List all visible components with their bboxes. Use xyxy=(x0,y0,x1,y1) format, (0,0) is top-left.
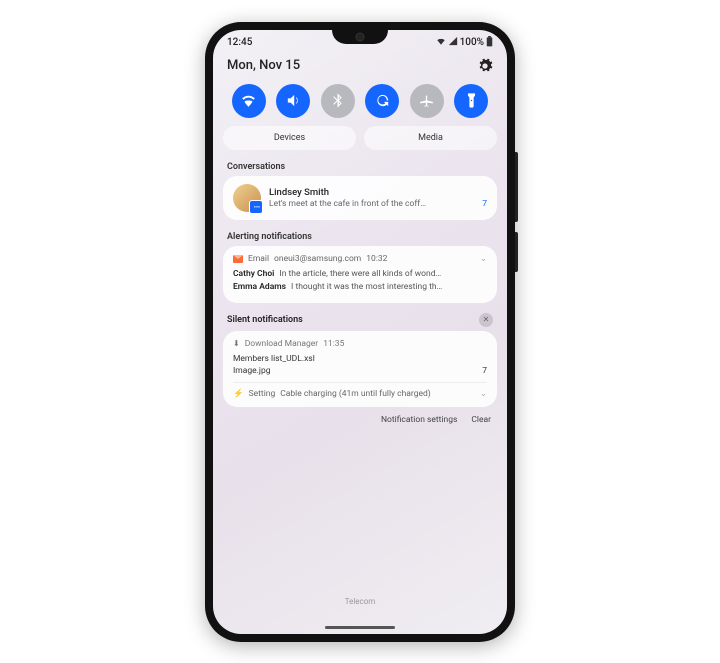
header: Mon, Nov 15 xyxy=(213,50,507,80)
mail-icon xyxy=(233,255,243,263)
qs-flashlight-toggle[interactable] xyxy=(454,84,488,118)
date-label: Mon, Nov 15 xyxy=(227,58,300,73)
phone-frame: 12:45 100% Mon, Nov 15 xyxy=(205,22,515,642)
alert-text: In the article, there were all kinds of … xyxy=(279,269,441,279)
qs-airplane-toggle[interactable] xyxy=(410,84,444,118)
messages-badge-icon: ••• xyxy=(254,204,260,211)
setting-label: Setting xyxy=(249,389,276,399)
wifi-status-icon xyxy=(436,36,446,49)
section-conversations: Conversations xyxy=(213,158,507,176)
signal-status-icon xyxy=(448,36,458,49)
close-icon[interactable]: ✕ xyxy=(479,313,493,327)
media-button[interactable]: Media xyxy=(364,126,497,150)
conversation-name: Lindsey Smith xyxy=(269,187,487,198)
alert-text: I thought it was the most interesting th… xyxy=(291,282,442,292)
alert-item: Cathy Choi In the article, there were al… xyxy=(233,269,487,279)
screen: 12:45 100% Mon, Nov 15 xyxy=(213,30,507,634)
alert-sender: Cathy Choi xyxy=(233,269,274,279)
chevron-down-icon[interactable]: ⌄ xyxy=(480,254,487,264)
alerting-card[interactable]: Email oneui3@samsung.com 10:32 ⌄ Cathy C… xyxy=(223,246,497,303)
silent-card[interactable]: ⬇ Download Manager 11:35 Members list_UD… xyxy=(223,331,497,407)
qs-wifi-toggle[interactable] xyxy=(232,84,266,118)
section-silent: Silent notifications xyxy=(227,315,303,325)
conversation-count: 7 xyxy=(482,199,487,209)
bolt-icon: ⚡ xyxy=(233,389,244,399)
notification-settings-link[interactable]: Notification settings xyxy=(381,415,457,425)
battery-percent: 100% xyxy=(460,37,484,48)
devices-button[interactable]: Devices xyxy=(223,126,356,150)
setting-text: Cable charging (41m until fully charged) xyxy=(280,389,431,399)
section-silent-header: Silent notifications ✕ xyxy=(213,311,507,331)
charging-row: ⚡ Setting Cable charging (41m until full… xyxy=(233,382,487,399)
battery-icon xyxy=(486,36,493,50)
clock: 12:45 xyxy=(227,37,252,48)
alert-time: 10:32 xyxy=(366,254,387,264)
section-alerting: Alerting notifications xyxy=(213,228,507,246)
panel-buttons: Devices Media xyxy=(213,126,507,158)
alert-sender: Emma Adams xyxy=(233,282,286,292)
conversation-preview: Let's meet at the cafe in front of the c… xyxy=(269,199,426,209)
notch xyxy=(332,30,388,44)
qs-rotate-toggle[interactable] xyxy=(365,84,399,118)
clear-button[interactable]: Clear xyxy=(471,415,491,425)
conversation-card[interactable]: ••• Lindsey Smith Let's meet at the cafe… xyxy=(223,176,497,220)
download-item: Members list_UDL.xsl xyxy=(233,354,487,364)
side-button-power xyxy=(515,232,518,272)
carrier-label: Telecom xyxy=(345,597,376,606)
file-count: 7 xyxy=(482,366,487,376)
quick-settings xyxy=(213,80,507,126)
chevron-down-icon[interactable]: ⌄ xyxy=(480,389,487,399)
alert-item: Emma Adams I thought it was the most int… xyxy=(233,282,487,292)
file-name: Members list_UDL.xsl xyxy=(233,354,315,364)
file-name: Image.jpg xyxy=(233,366,271,376)
home-indicator[interactable] xyxy=(325,626,395,629)
dm-time: 11:35 xyxy=(323,339,344,349)
alert-app-label: Email xyxy=(248,254,269,264)
qs-sound-toggle[interactable] xyxy=(276,84,310,118)
qs-bluetooth-toggle[interactable] xyxy=(321,84,355,118)
download-item: Image.jpg 7 xyxy=(233,366,487,376)
dm-label: Download Manager xyxy=(245,339,318,349)
avatar: ••• xyxy=(233,184,261,212)
bottom-actions: Notification settings Clear xyxy=(213,415,507,425)
side-button-volume xyxy=(515,152,518,222)
download-icon: ⬇ xyxy=(233,339,240,348)
alert-from: oneui3@samsung.com xyxy=(274,254,361,264)
settings-icon[interactable] xyxy=(477,58,493,74)
